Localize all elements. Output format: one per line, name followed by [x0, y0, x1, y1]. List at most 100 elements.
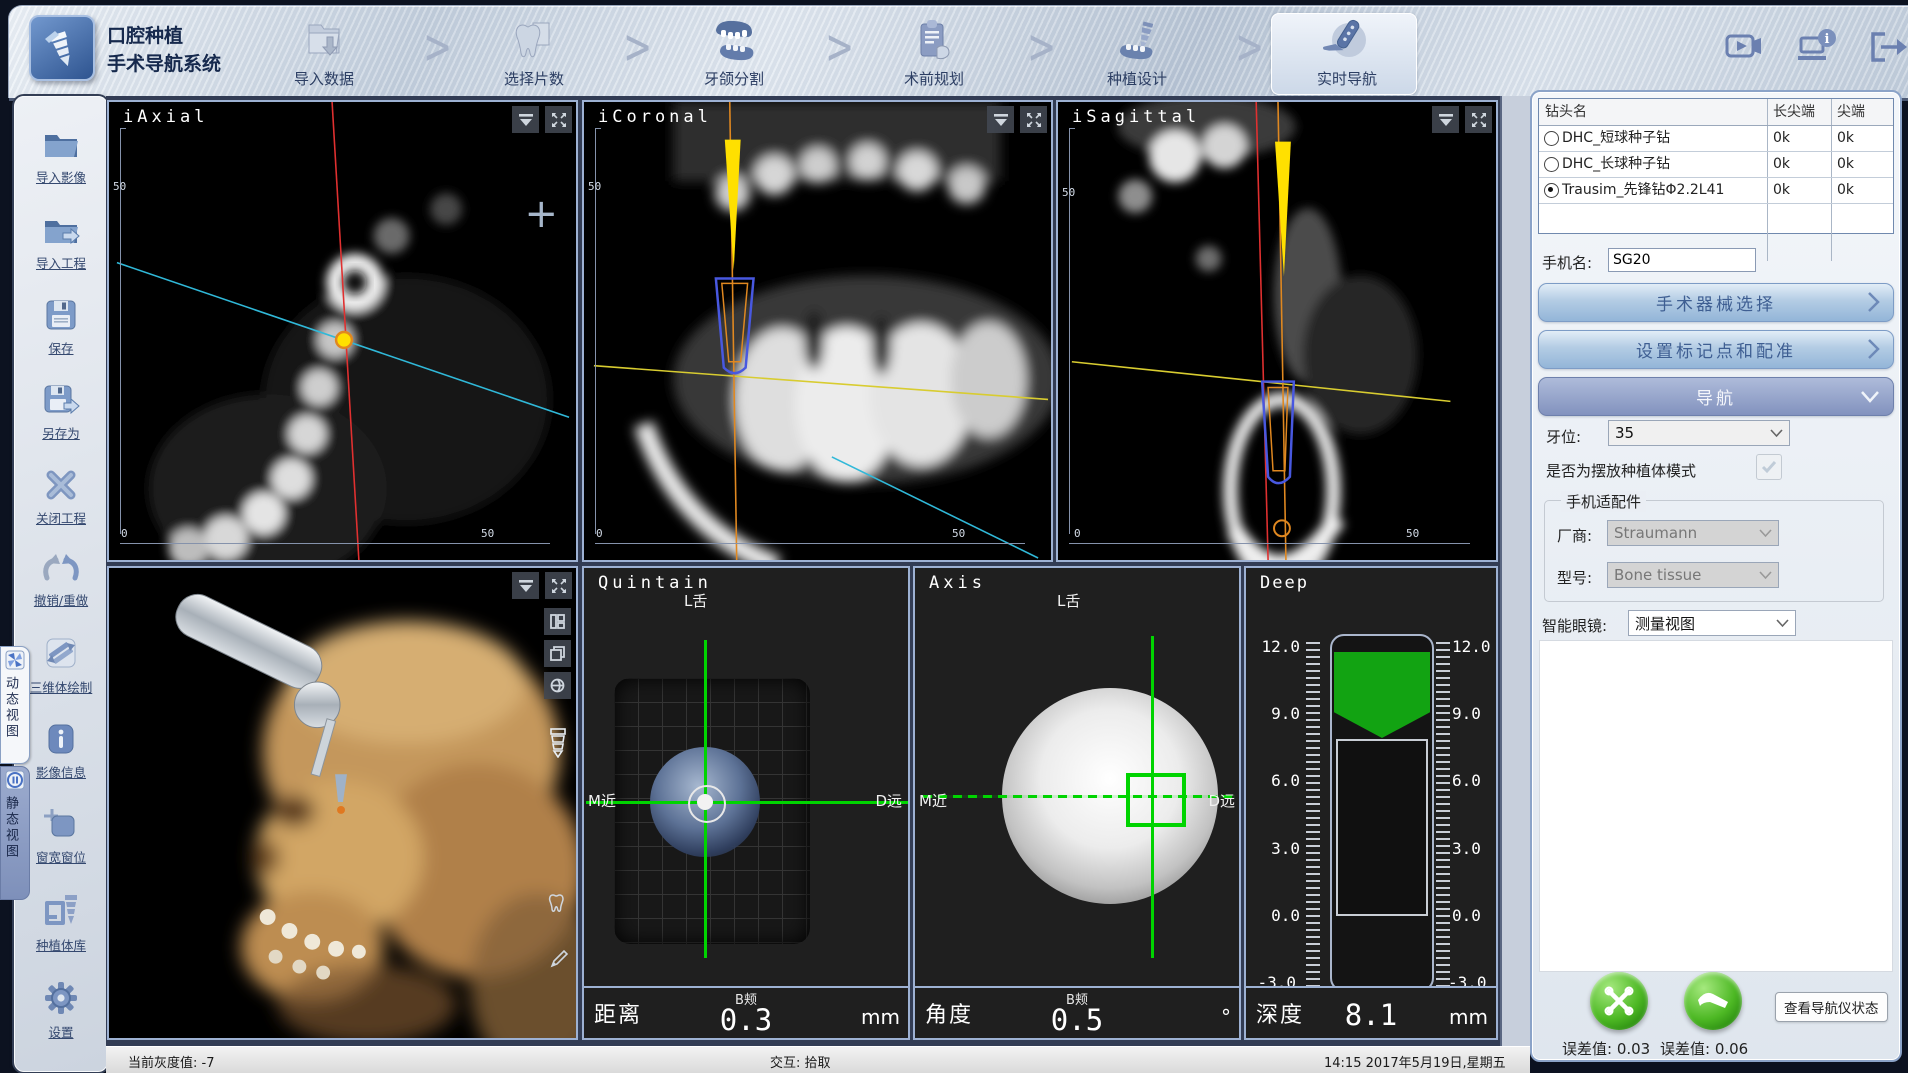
viewport-sagittal[interactable]: iSagittal 50 0 50: [1056, 100, 1498, 562]
jaw-segmentation-icon: [664, 16, 804, 64]
exit-button[interactable]: [1865, 26, 1908, 70]
radio-unselected-icon[interactable]: [1544, 157, 1559, 172]
tooth-icon[interactable]: [548, 892, 570, 918]
placement-mode-checkbox[interactable]: [1756, 454, 1782, 480]
sidebar-item-implant-library[interactable]: 种植体库: [36, 893, 86, 954]
fullscreen-button[interactable]: [1465, 106, 1492, 133]
axis-gauge-panel: Axis L舌 M近 D远 角度 B颊 0.5 °: [913, 566, 1241, 1040]
tip-status: 0k: [1831, 126, 1891, 151]
chevron-down-icon: [1776, 614, 1789, 632]
layout-dropdown-button[interactable]: [512, 572, 539, 599]
vendor-label: 厂商:: [1557, 525, 1592, 546]
sidebar-item-undo-redo[interactable]: 撤销/重做: [34, 554, 88, 609]
sidebar-item-volume-render[interactable]: 三维体绘制: [30, 635, 93, 696]
globe-icon[interactable]: [544, 672, 571, 699]
viewport-3d-volume[interactable]: [107, 566, 578, 1040]
gray-value-status: 当前灰度值: -7: [128, 1052, 214, 1071]
app-title-line1: 口腔种植: [107, 23, 221, 51]
smart-glasses-select[interactable]: 测量视图: [1628, 610, 1796, 636]
add-point-button[interactable]: +: [524, 194, 558, 234]
sidebar-item-import-image[interactable]: 导入影像: [36, 127, 86, 186]
axial-ct-image[interactable]: [109, 102, 576, 560]
tab-dynamic-view[interactable]: 动态视图: [0, 646, 30, 764]
sidebar-item-label: 窗宽窗位: [36, 847, 86, 866]
skull-3d-render[interactable]: [109, 568, 576, 1038]
system-info-button[interactable]: i: [1795, 26, 1841, 70]
step-import-data[interactable]: 导入数据: [254, 16, 394, 89]
save-as-icon: [42, 383, 80, 417]
step-jaw-segmentation[interactable]: 牙颌分割: [664, 16, 804, 89]
save-icon: [43, 298, 79, 332]
long-tip-status: 0k: [1767, 126, 1831, 151]
layers-icon[interactable]: [544, 640, 571, 667]
fullscreen-button[interactable]: [1020, 106, 1047, 133]
message-area: [1539, 640, 1893, 972]
handpiece-name-input[interactable]: [1608, 248, 1756, 272]
navigation-control-panel: 钻头名 长尖端 尖端 DHC_短球种子钻 0k 0k DHC_长球种子钻 0k …: [1530, 90, 1902, 1062]
depth-gauge-panel: Deep 12.0 9.0 6.0 3.0 0.0 -3.0 12.0 9.0 …: [1244, 566, 1498, 1040]
layout-dropdown-button[interactable]: [987, 106, 1014, 133]
metric-value: 0.3: [584, 1003, 908, 1037]
instrument-select-button[interactable]: 手术器械选择: [1538, 283, 1894, 322]
sidebar-item-settings[interactable]: 设置: [43, 980, 79, 1041]
step-label: 选择片数: [464, 68, 604, 89]
navigator-status-button[interactable]: 查看导航仪状态: [1775, 992, 1888, 1022]
close-project-icon: [43, 468, 79, 502]
drill-table[interactable]: 钻头名 长尖端 尖端 DHC_短球种子钻 0k 0k DHC_长球种子钻 0k …: [1538, 98, 1894, 234]
sidebar-item-import-project[interactable]: 导入工程: [36, 213, 86, 272]
drill-row-selected[interactable]: Trausim_先锋钻Φ2.2L41 0k 0k: [1539, 178, 1893, 204]
interaction-status: 交互: 拾取: [770, 1052, 831, 1071]
step-preop-planning[interactable]: 术前规划: [864, 16, 1004, 89]
fullscreen-button[interactable]: [545, 572, 572, 599]
sidebar-item-close-project[interactable]: 关闭工程: [36, 468, 86, 527]
coronal-ct-image[interactable]: [584, 102, 1051, 560]
set-markers-registration-button[interactable]: 设置标记点和配准: [1538, 330, 1894, 369]
sidebar-item-image-info[interactable]: 影像信息: [36, 722, 86, 781]
layout-grid-icon[interactable]: [544, 608, 571, 635]
fullscreen-button[interactable]: [545, 106, 572, 133]
window-level-icon: [42, 807, 80, 841]
tab-label: 静态视图: [1, 796, 20, 860]
sidebar-item-label: 撤销/重做: [34, 590, 88, 609]
step-implant-design[interactable]: 种植设计: [1067, 16, 1207, 89]
chevron-down-icon: [1770, 424, 1783, 442]
ruler-label: 50: [113, 180, 126, 193]
import-data-icon: [254, 16, 394, 64]
step-select-slices[interactable]: 选择片数: [464, 16, 604, 89]
layout-dropdown-button[interactable]: [512, 106, 539, 133]
ruler-label: 50: [1406, 527, 1419, 540]
layout-dropdown-button[interactable]: [1432, 106, 1459, 133]
tool-calibration-button[interactable]: [1590, 972, 1648, 1030]
wrench-cross-icon: [1602, 984, 1636, 1018]
sagittal-ct-image[interactable]: [1058, 102, 1496, 560]
handpiece-calibration-button[interactable]: [1684, 972, 1742, 1030]
navigation-section-header[interactable]: 导航: [1538, 377, 1894, 416]
viewport-coronal[interactable]: iCoronal 50 0 50: [582, 100, 1053, 562]
selected-value: Straumann: [1614, 524, 1697, 542]
radio-unselected-icon[interactable]: [1544, 131, 1559, 146]
step-label: 实时导航: [1277, 68, 1417, 89]
model-select[interactable]: Bone tissue: [1607, 562, 1779, 588]
sidebar-item-save[interactable]: 保存: [43, 298, 79, 357]
button-label: 设置标记点和配准: [1636, 337, 1796, 362]
handpiece-name-label: 手机名:: [1542, 252, 1592, 273]
preop-planning-icon: [864, 16, 1004, 64]
drill-row[interactable]: DHC_短球种子钻 0k 0k: [1539, 126, 1893, 152]
radio-selected-icon[interactable]: [1544, 183, 1559, 198]
tooth-position-select[interactable]: 35: [1608, 420, 1790, 446]
implant-library-icon: [41, 893, 81, 929]
tick-label: 12.0: [1452, 637, 1498, 656]
sidebar-item-window-level[interactable]: 窗宽窗位: [36, 807, 86, 866]
implant-ghost-icon[interactable]: [548, 728, 568, 762]
record-video-button[interactable]: [1721, 26, 1767, 70]
selected-value: Bone tissue: [1614, 566, 1701, 584]
viewport-axial[interactable]: iAxial 50 0 50 +: [107, 100, 578, 562]
app-title: 口腔种植 手术导航系统: [107, 23, 221, 78]
step-realtime-navigation[interactable]: 实时导航: [1277, 16, 1417, 89]
long-tip-status: 0k: [1767, 178, 1831, 203]
tab-static-view[interactable]: 静态视图: [0, 766, 30, 900]
sidebar-item-save-as[interactable]: 另存为: [42, 383, 80, 442]
vendor-select[interactable]: Straumann: [1607, 520, 1779, 546]
pen-icon[interactable]: [548, 948, 570, 974]
drill-row[interactable]: DHC_长球种子钻 0k 0k: [1539, 152, 1893, 178]
